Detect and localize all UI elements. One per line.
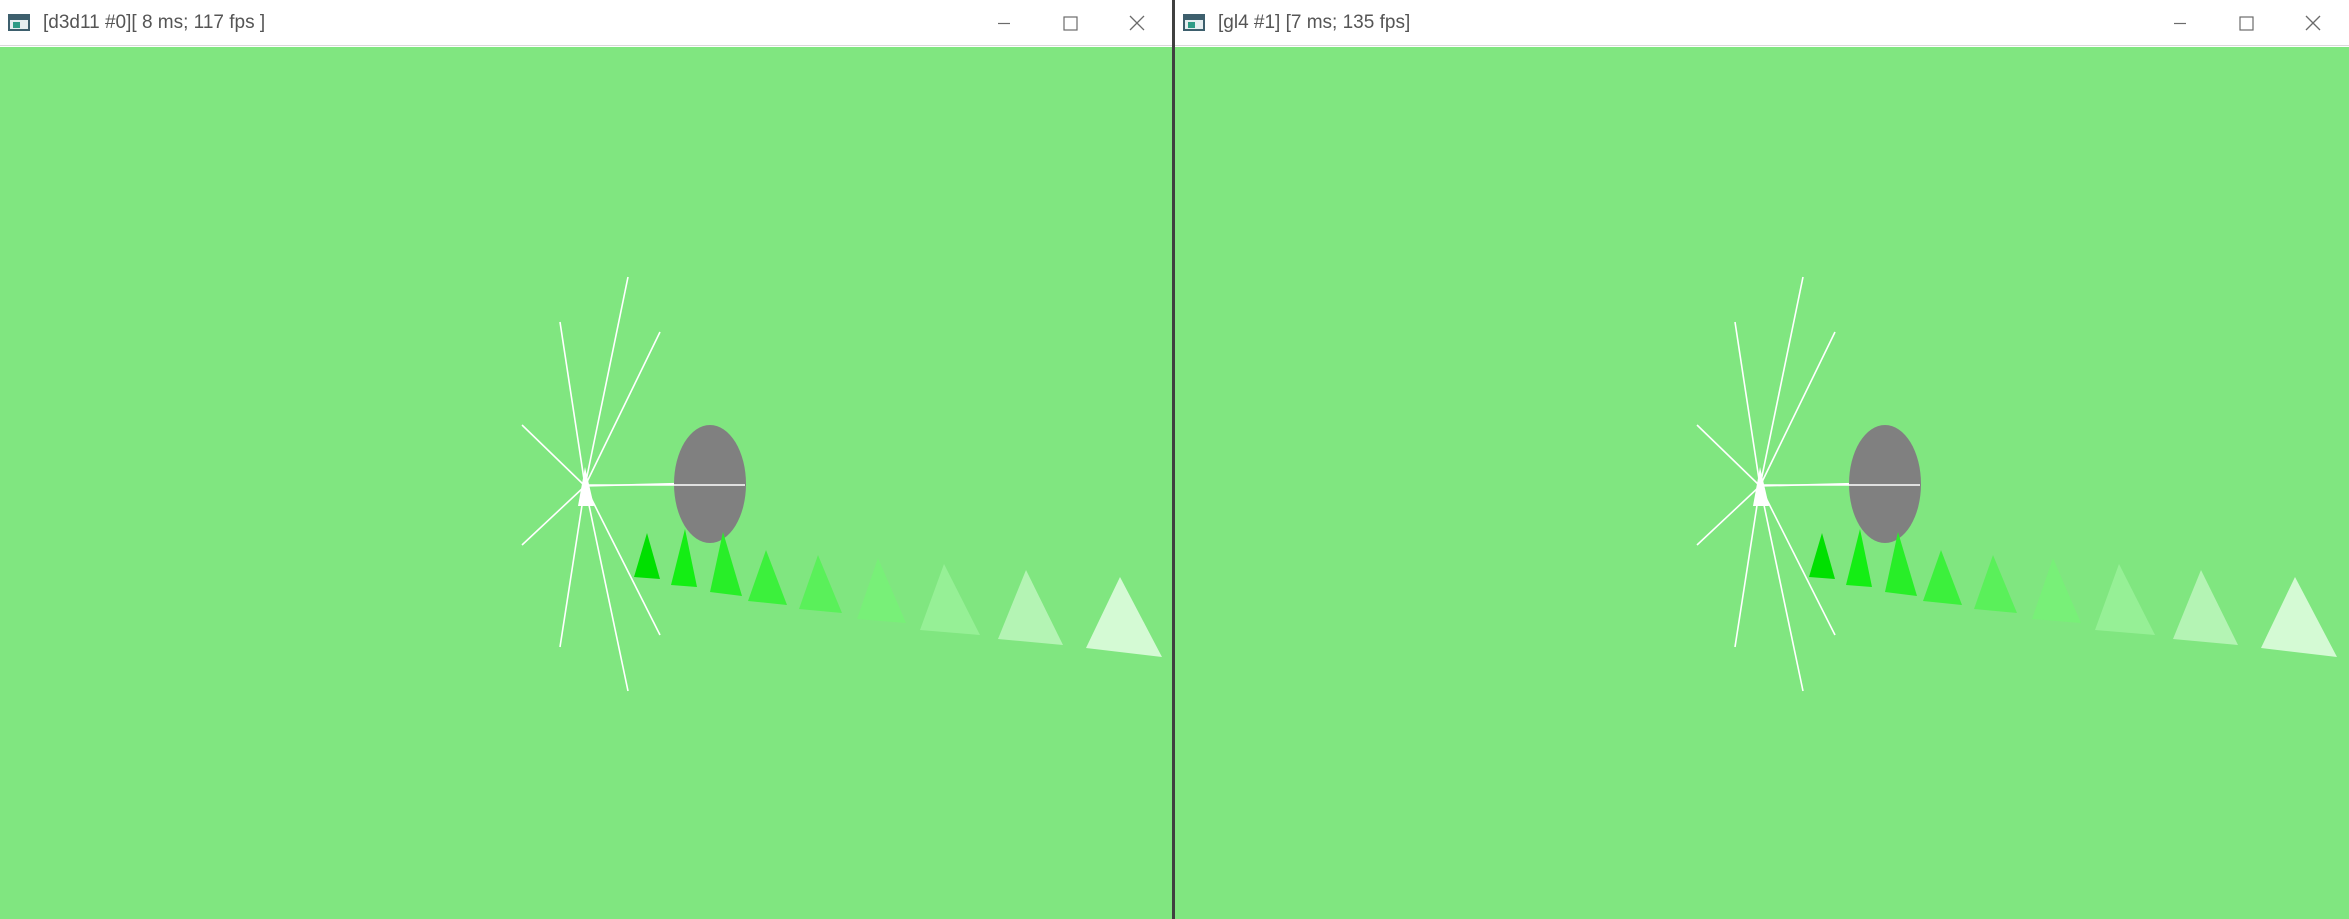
close-button[interactable] [2280, 0, 2346, 46]
minimize-button[interactable] [971, 0, 1037, 46]
title-bar[interactable]: [d3d11 #0][ 8 ms; 117 fps ] [0, 0, 1173, 46]
d3d11-window: [d3d11 #0][ 8 ms; 117 fps ] [0, 0, 1173, 919]
close-button[interactable] [1104, 0, 1170, 46]
close-icon [1129, 15, 1145, 31]
maximize-button[interactable] [1037, 0, 1103, 46]
gray-ellipse [674, 425, 746, 543]
maximize-icon [1062, 15, 1078, 31]
maximize-button[interactable] [2213, 0, 2279, 46]
window-title: [d3d11 #0][ 8 ms; 117 fps ] [43, 12, 266, 33]
minimize-icon [2174, 22, 2186, 25]
gray-ellipse [1849, 425, 1921, 543]
close-icon [2305, 15, 2321, 31]
app-window-icon[interactable] [1183, 14, 1205, 31]
title-bar[interactable]: [gl4 #1] [7 ms; 135 fps] [1175, 0, 2349, 46]
render-viewport[interactable] [1175, 47, 2349, 919]
window-title: [gl4 #1] [7 ms; 135 fps] [1218, 12, 1411, 33]
gl4-window: [gl4 #1] [7 ms; 135 fps] [1175, 0, 2349, 919]
render-viewport[interactable] [0, 47, 1173, 919]
maximize-icon [2238, 15, 2254, 31]
app-window-icon[interactable] [8, 14, 30, 31]
minimize-button[interactable] [2147, 0, 2213, 46]
minimize-icon [998, 22, 1010, 25]
